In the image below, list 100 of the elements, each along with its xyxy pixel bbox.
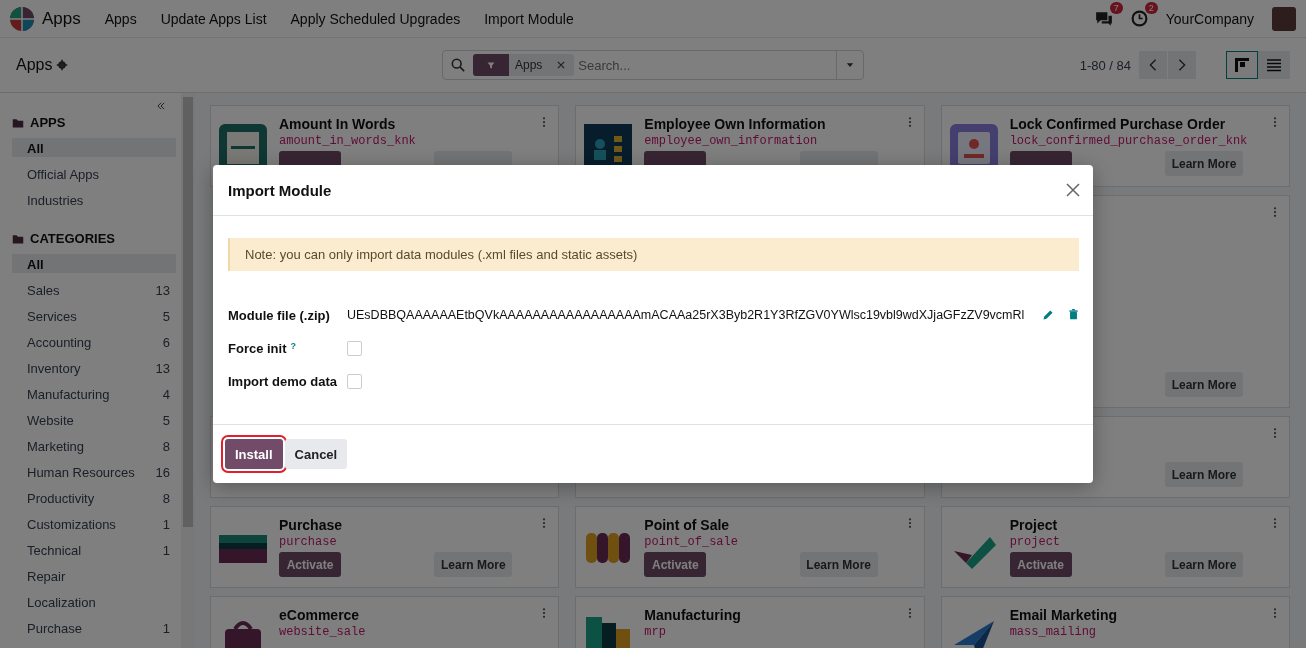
sidebar-item[interactable]: Sales 13 [12, 280, 176, 299]
sidebar-item[interactable]: All [12, 138, 176, 157]
app-title: Manufacturing [644, 607, 742, 623]
menu-item[interactable]: Update Apps List [160, 10, 267, 27]
close-icon [556, 60, 567, 70]
list-icon [1266, 57, 1282, 73]
app-icon [584, 615, 633, 648]
app-title: Project [1009, 517, 1059, 533]
activate-button[interactable]: Activate [1009, 552, 1072, 577]
pencil-icon [1042, 309, 1054, 321]
sidebar-item[interactable]: Manufacturing 4 [12, 384, 176, 403]
sidebar-item[interactable]: Industries [12, 190, 176, 209]
field-label: Module file (.zip) [228, 307, 331, 323]
sidebar-item[interactable]: All [12, 254, 176, 273]
kanban-icon [1234, 57, 1250, 73]
notification-badge: 7 [1109, 1, 1123, 14]
app-technical-name: mrp [644, 625, 667, 639]
help-tooltip[interactable]: ? [290, 340, 296, 356]
cancel-button[interactable]: Cancel [284, 439, 348, 469]
field-label: Import demo data [228, 373, 338, 389]
app-technical-name: employee_own_information [644, 134, 819, 148]
folder-icon [12, 232, 24, 245]
item-count: 13 [155, 283, 170, 295]
collapse-icon [156, 101, 166, 111]
app-logo-icon [10, 6, 34, 31]
app-title: Point of Sale [644, 517, 731, 533]
item-count: 1 [162, 621, 170, 633]
search-field[interactable]: Apps Search... [442, 50, 864, 80]
sidebar-item[interactable]: Technical 1 [12, 540, 176, 559]
checkbox[interactable] [347, 340, 362, 356]
app-technical-name: purchase [279, 535, 338, 549]
app-name: Apps [42, 8, 81, 29]
item-count: 1 [162, 543, 170, 555]
app-technical-name: point_of_sale [644, 535, 739, 549]
sidebar-item[interactable]: Official Apps [12, 164, 176, 183]
sidebar-item[interactable]: Localization [12, 592, 176, 611]
item-count: 4 [162, 387, 170, 399]
sidebar-item[interactable]: Services 5 [12, 306, 176, 325]
next-button[interactable] [1168, 51, 1196, 79]
item-count: 6 [162, 335, 170, 347]
dialog-title: Import Module [228, 181, 332, 199]
activate-button[interactable]: Activate [279, 552, 341, 577]
app-technical-name: mass_mailing [1009, 625, 1098, 639]
menu-item[interactable]: Apps [104, 10, 137, 27]
app-technical-name: lock_confirmed_purchase_order_knk [1009, 134, 1249, 148]
company-name[interactable]: YourCompany [1165, 10, 1254, 27]
item-count: 5 [162, 413, 170, 425]
close-button[interactable] [1065, 182, 1081, 198]
learn-more-button[interactable]: Learn More [1165, 552, 1243, 577]
app-technical-name: website_sale [279, 625, 367, 639]
sidebar-item[interactable]: Human Resources 16 [12, 462, 176, 481]
section-heading: CATEGORIES [30, 231, 115, 246]
checkbox[interactable] [347, 373, 362, 389]
item-count: 5 [162, 309, 170, 321]
section-heading: APPS [30, 115, 66, 130]
filter-facet[interactable]: Apps [473, 54, 575, 76]
sidebar-item[interactable]: Website 5 [12, 410, 176, 429]
app-title: Purchase [279, 517, 344, 533]
app-title: Employee Own Information [644, 116, 827, 132]
field-label: Force init [228, 340, 287, 356]
item-count: 16 [155, 465, 170, 477]
file-name: UEsDBBQAAAAAAEtbQVkAAAAAAAAAAAAAAAAAmACAAa25rX3Byb2R1Y3RfZGV0YWlsc19vbl9wdXJjaGFzZV9vcmRl [347, 308, 1026, 322]
activate-button[interactable]: Activate [644, 552, 707, 577]
view-switch-button[interactable] [1226, 51, 1258, 79]
page-title: Apps [16, 56, 53, 74]
learn-more-button[interactable]: Learn More [799, 552, 878, 577]
learn-more-button[interactable]: Learn More [434, 552, 513, 577]
close-icon [1065, 182, 1081, 198]
notification-badge: 2 [1144, 2, 1158, 14]
trash-icon [1068, 309, 1079, 320]
app-title: Email Marketing [1009, 607, 1119, 623]
app-title: Amount In Words [279, 116, 397, 132]
folder-icon [12, 116, 24, 129]
learn-more-button[interactable]: Learn More [1165, 151, 1243, 176]
item-count: 8 [162, 491, 170, 503]
sidebar-item[interactable]: Customizations 1 [12, 514, 176, 533]
pager-value[interactable]: 1-80 / 84 [1079, 57, 1131, 73]
chat-icon [1094, 9, 1113, 28]
app-technical-name: project [1009, 535, 1062, 549]
previous-button[interactable] [1139, 51, 1167, 79]
learn-more-button[interactable]: Learn More [1165, 462, 1243, 487]
app-title: eCommerce [279, 607, 361, 623]
search-icon [451, 58, 465, 72]
view-switch-button[interactable] [1258, 51, 1290, 79]
sidebar-item[interactable]: Inventory 13 [12, 358, 176, 377]
sidebar-item[interactable]: Purchase 1 [12, 618, 176, 637]
menu-item[interactable]: Import Module [484, 10, 574, 27]
item-count: 1 [162, 517, 170, 529]
sidebar-item[interactable]: Productivity 8 [12, 488, 176, 507]
sidebar-item[interactable]: Repair [12, 566, 176, 585]
learn-more-button[interactable]: Learn More [1165, 372, 1243, 397]
sidebar-item[interactable]: Marketing 8 [12, 436, 176, 455]
app-technical-name: amount_in_words_knk [279, 134, 417, 148]
info-note: Note: you can only import data modules (.xml files and static assets) [228, 238, 1079, 271]
gear-icon [56, 59, 69, 71]
item-count: 8 [162, 439, 170, 451]
sidebar-item[interactable]: Accounting 6 [12, 332, 176, 351]
user-avatar[interactable] [1272, 6, 1296, 31]
item-count: 13 [155, 361, 170, 373]
menu-item[interactable]: Apply Scheduled Upgrades [290, 10, 461, 27]
